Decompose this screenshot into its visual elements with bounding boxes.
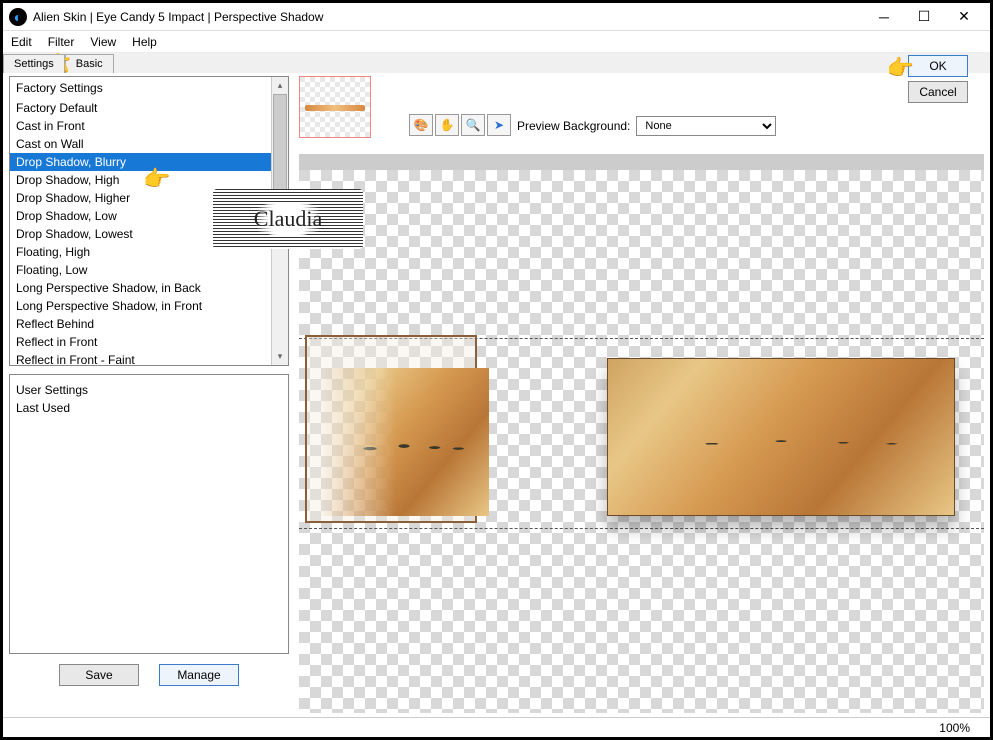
user-settings-panel: User Settings Last Used [9, 374, 289, 654]
manage-button[interactable]: Manage [159, 664, 239, 686]
menu-help[interactable]: Help [132, 35, 157, 49]
menubar: Edit Filter View Help [3, 31, 990, 53]
maximize-button[interactable]: ☐ [904, 5, 944, 29]
factory-item[interactable]: Reflect Behind [10, 315, 288, 333]
close-button[interactable]: ✕ [944, 5, 984, 29]
minimize-button[interactable]: ─ [864, 5, 904, 29]
preview-bg-label: Preview Background: [517, 119, 630, 133]
watermark-logo [213, 189, 363, 249]
status-bar: 100% [3, 717, 990, 737]
factory-item[interactable]: Floating, Low [10, 261, 288, 279]
arrow-tool[interactable]: ➤ [487, 114, 511, 136]
menu-edit[interactable]: Edit [11, 35, 32, 49]
save-button[interactable]: Save [59, 664, 139, 686]
factory-item[interactable]: Factory Default [10, 99, 288, 117]
menu-view[interactable]: View [90, 35, 116, 49]
factory-item[interactable]: Cast on Wall [10, 135, 288, 153]
preview-bg-select[interactable]: None [636, 116, 776, 136]
settings-panel: Factory Settings Factory DefaultCast in … [9, 76, 289, 713]
titlebar: Alien Skin | Eye Candy 5 Impact | Perspe… [3, 3, 990, 31]
preview-image-left [319, 368, 489, 516]
preview-region: 🎨 ✋ 🔍 ➤ Preview Background: None [299, 76, 984, 713]
factory-item[interactable]: Reflect in Front - Faint [10, 351, 288, 366]
scroll-up-icon[interactable]: ▴ [272, 77, 288, 94]
pointer-selection-icon: 👉 [143, 166, 170, 192]
hand-tool[interactable]: ✋ [435, 114, 459, 136]
tab-settings[interactable]: Settings [3, 54, 65, 73]
last-used-item[interactable]: Last Used [16, 399, 282, 417]
factory-item[interactable]: Cast in Front [10, 117, 288, 135]
scroll-down-icon[interactable]: ▾ [272, 348, 288, 365]
ok-button[interactable]: OK [908, 55, 968, 77]
menu-filter[interactable]: Filter [48, 35, 75, 49]
factory-item[interactable]: Long Perspective Shadow, in Front [10, 297, 288, 315]
user-header: User Settings [16, 381, 282, 399]
guide-bottom [299, 528, 984, 529]
factory-item[interactable]: Long Perspective Shadow, in Back [10, 279, 288, 297]
tab-bar: Settings Basic [3, 53, 990, 73]
app-icon [9, 8, 27, 26]
preview-thumbnail[interactable] [299, 76, 371, 138]
preview-image-right [607, 358, 955, 516]
factory-header: Factory Settings [10, 77, 288, 99]
zoom-tool[interactable]: 🔍 [461, 114, 485, 136]
factory-item[interactable]: Reflect in Front [10, 333, 288, 351]
zoom-level: 100% [939, 721, 970, 735]
preview-canvas[interactable] [299, 154, 984, 713]
color-picker-tool[interactable]: 🎨 [409, 114, 433, 136]
window-title: Alien Skin | Eye Candy 5 Impact | Perspe… [33, 10, 864, 24]
